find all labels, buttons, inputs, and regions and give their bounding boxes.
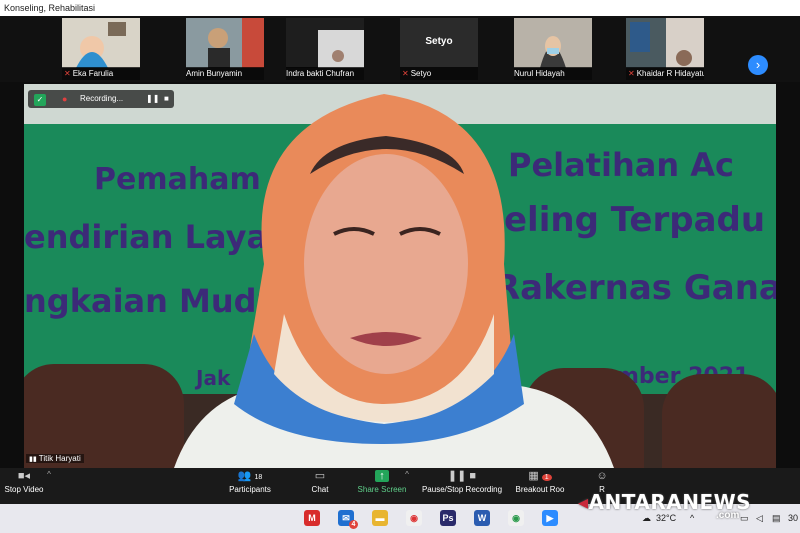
keyboard-icon[interactable]: ▤	[772, 513, 781, 524]
pause-recording-icon[interactable]: ❚❚	[146, 90, 159, 108]
participant-name: Eka Farulia	[72, 69, 114, 78]
speaker-figure	[174, 94, 614, 468]
watermark-suffix: .com	[716, 510, 740, 521]
clock[interactable]: 30	[788, 513, 798, 523]
participant-video	[62, 18, 140, 68]
share-screen-label: Share Screen	[357, 485, 407, 494]
pause-stop-recording-label: Pause/Stop Recording	[421, 485, 503, 494]
network-icon[interactable]: ▭	[740, 513, 749, 524]
participant-video	[286, 18, 364, 68]
participants-count: 18	[254, 474, 263, 481]
breakout-badge: 1	[541, 474, 552, 481]
share-options-chevron-icon[interactable]: ^	[402, 470, 412, 479]
breakout-rooms-label: Breakout Roo	[515, 485, 565, 494]
app-icon-mail[interactable]: ✉ 4	[338, 510, 358, 529]
speaker-video: Pemaham Pelatihan Ac endirian Laya eling…	[24, 84, 776, 468]
recording-indicator: ✓ ● Recording... ❚❚ ■	[28, 90, 174, 108]
pause-stop-recording-button[interactable]: ❚❚ ■ Pause/Stop Recording	[418, 470, 506, 494]
speaker-name: Titik Haryati	[38, 454, 81, 463]
participants-label: Participants	[229, 485, 271, 494]
video-options-chevron-icon[interactable]: ^	[44, 470, 54, 479]
participant-name: Nurul Hidayah	[514, 69, 565, 78]
speaker-volume-icon[interactable]: ◁	[756, 513, 763, 524]
participant-name-tag: Amin Bunyamin	[186, 67, 264, 80]
participant-tile[interactable]: Setyo ✕ Setyo	[400, 18, 478, 80]
next-page-chevron-icon[interactable]: ›	[748, 55, 768, 75]
participant-name-tag: Nurul Hidayah	[514, 67, 592, 80]
word-icon[interactable]: W	[474, 510, 490, 526]
mic-muted-icon: ✕	[628, 69, 635, 78]
participant-tile[interactable]: Indra bakti Chufran	[286, 18, 364, 80]
participant-video	[626, 18, 704, 68]
participant-name: Indra bakti Chufran	[286, 69, 355, 78]
chair	[24, 364, 184, 468]
speaker-name-tag: ▮▮ Titik Haryati	[26, 454, 84, 463]
reactions-icon: ☺	[596, 470, 608, 482]
participant-name: Khaidar R Hidayatullah	[636, 69, 704, 78]
chair	[662, 374, 776, 468]
participant-name: Setyo	[410, 69, 432, 78]
active-speaker-stage: Pemaham Pelatihan Ac endirian Laya eling…	[0, 82, 800, 468]
pause-stop-icon: ❚❚ ■	[447, 470, 477, 482]
mic-muted-icon: ✕	[402, 69, 409, 78]
participant-name-tag: ✕ Eka Farulia	[62, 67, 140, 80]
participant-tile[interactable]: ✕Khaidar R Hidayatullah	[626, 18, 704, 80]
stop-video-button[interactable]: ■◂ Stop Video	[2, 470, 46, 494]
participant-name-tag: ✕Khaidar R Hidayatullah	[626, 67, 704, 80]
video-camera-icon: ■◂	[17, 470, 31, 482]
participant-tile[interactable]: ✕ Eka Farulia	[62, 18, 140, 80]
breakout-rooms-button[interactable]: ▦ 1 Breakout Roo	[512, 470, 568, 494]
participant-video	[186, 18, 264, 68]
photoshop-icon[interactable]: Ps	[440, 510, 456, 526]
stop-recording-icon[interactable]: ■	[164, 90, 169, 108]
stop-video-label: Stop Video	[4, 485, 44, 494]
window-title: Konseling, Rehabilitasi	[4, 3, 96, 13]
temperature-readout[interactable]: 32°C	[656, 513, 676, 523]
share-screen-icon: ↑	[375, 470, 389, 482]
mic-muted-icon: ✕	[64, 69, 71, 78]
tray-chevron-icon[interactable]: ^	[690, 513, 694, 523]
participant-strip: ✕ Eka Farulia Amin Bunyamin Indra bakti C…	[0, 16, 800, 82]
chat-label: Chat	[311, 485, 329, 494]
chrome-icon[interactable]: ◉	[406, 510, 422, 526]
participant-tile[interactable]: Nurul Hidayah	[514, 18, 592, 80]
window-title-bar: Konseling, Rehabilitasi	[0, 0, 800, 16]
breakout-rooms-icon: ▦ 1	[526, 470, 554, 482]
zoom-app-icon[interactable]: ▶	[542, 510, 558, 526]
participant-name-tag: ✕ Setyo	[400, 67, 478, 80]
mail-badge: 4	[349, 520, 358, 529]
chat-bubble-icon: ▭	[314, 470, 326, 482]
participant-video	[514, 18, 592, 68]
participant-name: Amin Bunyamin	[186, 69, 243, 78]
file-explorer-icon[interactable]: ▬	[372, 510, 388, 526]
participants-button[interactable]: 👥 18 Participants	[222, 470, 278, 494]
weather-icon[interactable]: ☁	[642, 513, 651, 524]
participant-placeholder-name: Setyo	[425, 36, 453, 47]
signal-bars-icon: ▮▮	[29, 456, 37, 463]
participants-icon: 👥 18	[237, 470, 263, 482]
app-icon-m[interactable]: M	[304, 510, 320, 526]
chat-button[interactable]: ▭ Chat	[304, 470, 336, 494]
participant-tile[interactable]: Amin Bunyamin	[186, 18, 264, 80]
security-shield-icon: ✓	[34, 94, 46, 106]
chrome-alt-icon[interactable]: ◉	[508, 510, 524, 526]
participant-name-tag: Indra bakti Chufran	[286, 67, 364, 80]
record-dot-icon: ●	[62, 94, 68, 104]
recording-label: Recording...	[80, 94, 124, 103]
